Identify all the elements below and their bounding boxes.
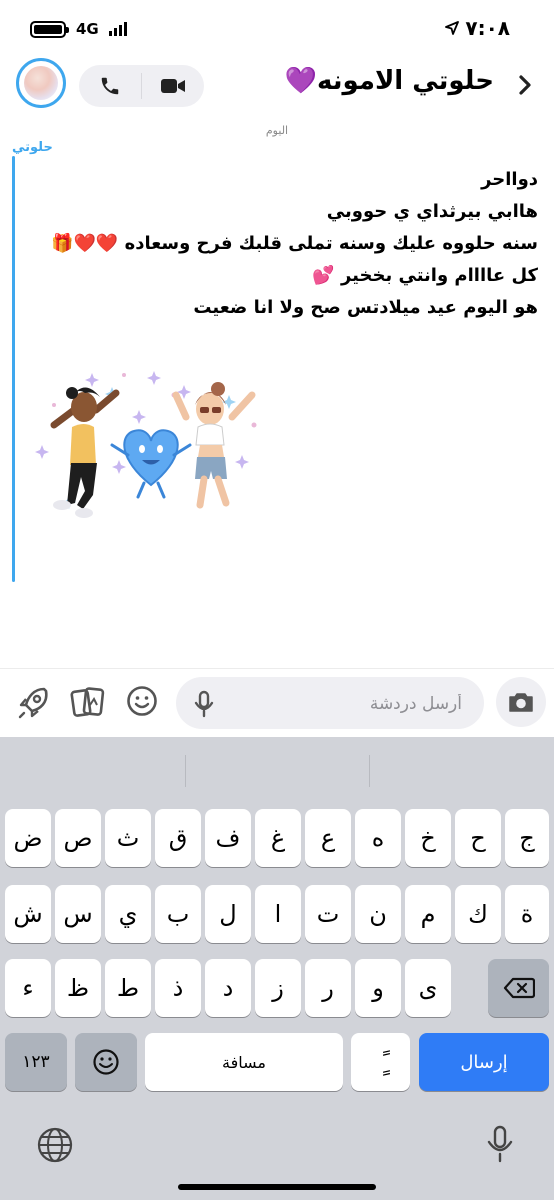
key[interactable]: ب: [155, 885, 201, 943]
message-line: هاابي بيرثداي ي حووبي: [326, 201, 538, 222]
date-separator: اليوم: [265, 124, 289, 137]
key[interactable]: ط: [105, 959, 151, 1017]
key[interactable]: ت: [305, 885, 351, 943]
key[interactable]: خ: [405, 809, 451, 867]
contact-avatar[interactable]: [16, 58, 66, 108]
key[interactable]: ى: [405, 959, 451, 1017]
chevron-right-icon: [519, 75, 531, 95]
numbers-key[interactable]: ١٢٣: [5, 1033, 67, 1091]
key[interactable]: ص: [55, 809, 101, 867]
emoji-key[interactable]: [75, 1033, 137, 1091]
chat-message: دوااحر هاابي بيرثداي ي حووبي سنه حلووه ع…: [18, 164, 538, 324]
globe-icon[interactable]: [37, 1127, 73, 1167]
key[interactable]: س: [55, 885, 101, 943]
bitmoji-sticker[interactable]: [24, 365, 274, 535]
key[interactable]: ذ: [155, 959, 201, 1017]
key[interactable]: ض: [5, 809, 51, 867]
tanween-key[interactable]: ًٍ: [351, 1033, 410, 1091]
message-line: كل عاااام وانتي بخخير 💕: [312, 265, 538, 286]
location-arrow-icon: [445, 16, 460, 40]
suggestion-bar: [0, 737, 554, 797]
message-line: دوااحر: [481, 169, 538, 190]
key[interactable]: ه: [355, 809, 401, 867]
network-type: 4G: [76, 20, 99, 38]
contact-name[interactable]: حلوتي الامونه💜: [285, 66, 494, 96]
backspace-icon: [503, 977, 535, 999]
clock: ٧:٠٨: [465, 16, 510, 40]
key[interactable]: ر: [305, 959, 351, 1017]
key[interactable]: ف: [205, 809, 251, 867]
chat-input[interactable]: [230, 689, 464, 719]
camera-button[interactable]: [496, 677, 546, 727]
chat-header: حلوتي الامونه💜: [0, 56, 554, 116]
voice-call-button[interactable]: [79, 65, 141, 107]
home-indicator[interactable]: [178, 1184, 376, 1190]
signal-icon: [108, 22, 127, 36]
key[interactable]: د: [205, 959, 251, 1017]
key[interactable]: ل: [205, 885, 251, 943]
key[interactable]: ق: [155, 809, 201, 867]
key[interactable]: ع: [305, 809, 351, 867]
microphone-icon[interactable]: [194, 690, 214, 722]
video-camera-icon: [161, 79, 185, 93]
back-button[interactable]: [518, 74, 532, 100]
key[interactable]: ك: [455, 885, 501, 943]
key[interactable]: غ: [255, 809, 301, 867]
emoji-icon: [93, 1049, 119, 1075]
status-bar: 4G ٧:٠٨: [0, 0, 554, 60]
message-line: هو اليوم عيد ميلادتس صح ولا انا ضعيت: [193, 297, 538, 318]
rocket-icon[interactable]: [18, 685, 50, 723]
key[interactable]: ج: [505, 809, 549, 867]
keyboard: ض ص ث ق ف غ ع ه خ ح ج ش س ي ب ل ا ت ن م …: [0, 737, 554, 1200]
key[interactable]: ا: [255, 885, 301, 943]
space-key[interactable]: مسافة: [145, 1033, 343, 1091]
key[interactable]: ي: [105, 885, 151, 943]
key[interactable]: ن: [355, 885, 401, 943]
send-key[interactable]: إرسال: [419, 1033, 549, 1091]
message-line: سنه حلووه عليك وسنه تملى قلبك فرح وسعاده…: [51, 233, 538, 254]
battery-icon: [30, 20, 69, 38]
message-thread-bar: [12, 156, 15, 582]
key[interactable]: ظ: [55, 959, 101, 1017]
phone-icon: [101, 77, 119, 95]
sender-name: حلوتي: [12, 140, 53, 155]
cards-icon[interactable]: [70, 685, 106, 723]
emoji-icon[interactable]: [126, 685, 158, 721]
key[interactable]: و: [355, 959, 401, 1017]
key[interactable]: م: [405, 885, 451, 943]
video-call-button[interactable]: [142, 65, 204, 107]
key[interactable]: ز: [255, 959, 301, 1017]
backspace-key[interactable]: [488, 959, 549, 1017]
key[interactable]: ء: [5, 959, 51, 1017]
call-actions: [79, 65, 204, 107]
dictation-icon[interactable]: [486, 1125, 514, 1167]
key[interactable]: ث: [105, 809, 151, 867]
chat-input-container: [176, 677, 484, 729]
message-input-bar: [0, 668, 554, 737]
key[interactable]: ة: [505, 885, 549, 943]
camera-icon: [509, 693, 533, 712]
key[interactable]: ح: [455, 809, 501, 867]
key[interactable]: ش: [5, 885, 51, 943]
